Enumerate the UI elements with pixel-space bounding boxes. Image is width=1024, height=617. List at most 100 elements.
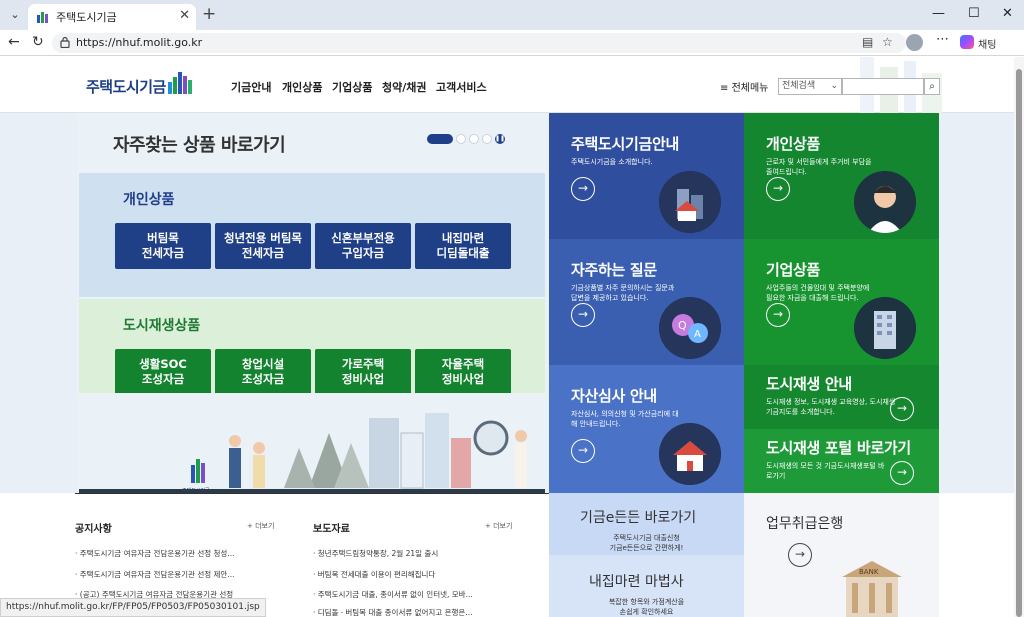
slide-dot-3[interactable] (469, 134, 479, 144)
more-options-icon[interactable]: ⋯ (936, 32, 949, 47)
search-input[interactable] (842, 78, 924, 95)
section-label: 도시재생상품 (123, 318, 201, 334)
page-scrollbar[interactable] (1014, 57, 1024, 617)
press-item[interactable]: · 디딤돌ㆍ버팀목 대출 종이서류 없어지고 은행은... (313, 607, 472, 617)
copilot-icon[interactable] (960, 35, 974, 49)
all-menu-button[interactable]: ≡ 전체메뉴 (720, 79, 768, 94)
product-button-street-housing[interactable]: 가로주택 정비사업 (315, 349, 411, 395)
lock-icon (60, 36, 70, 48)
press-item[interactable]: · 주택도시기금 대출, 종이서류 없이 인터넷, 모바... (313, 589, 473, 600)
press-item[interactable]: · 버팀목 전세대출 이용이 편리해집니다 (313, 569, 435, 580)
nav-item-corporate-products[interactable]: 기업상품 (332, 79, 372, 95)
product-button-beotimmok[interactable]: 버팀목 전세자금 (115, 223, 211, 269)
product-button-startup[interactable]: 창업시설 조성자금 (215, 349, 311, 395)
arrow-right-icon[interactable]: → (766, 177, 790, 201)
tile-personal-products[interactable]: 개인상품 근로자 및 서민들에게 주거비 부담을 줄여드립니다. → (744, 113, 939, 239)
arrow-right-icon[interactable]: → (571, 303, 595, 327)
house-icon (659, 423, 721, 485)
notice-item[interactable]: · 주택도시기금 여유자금 전담운용기관 선정 청성... (75, 548, 234, 559)
button-line: 디딤돌대출 (436, 246, 490, 260)
tile-corporate-products[interactable]: 기업상품 사업주들의 건물임대 및 주택분양에 필요한 자금을 대출해 드립니다… (744, 239, 939, 365)
notice-item[interactable]: · 주택도시기금 여유자금 전담운용기관 선정 제안... (75, 569, 234, 580)
personal-products-section: 개인상품 버팀목 전세자금 청년전용 버팀목 전세자금 신혼부부전용 구입자금 내집마… (79, 173, 545, 297)
svg-text:Q: Q (678, 319, 687, 332)
arrow-right-icon[interactable]: → (890, 461, 914, 485)
search-icon[interactable]: ⌕ (924, 78, 940, 95)
minimize-icon[interactable]: — (932, 6, 945, 21)
slide-dot-4[interactable] (482, 134, 492, 144)
chevron-down-icon: ⌄ (830, 81, 838, 91)
product-button-autonomous-housing[interactable]: 자율주택 정비사업 (415, 349, 511, 395)
notice-title: 공지사항 (75, 524, 112, 535)
nav-item-customer-service[interactable]: 고객서비스 (436, 79, 487, 95)
magic-title[interactable]: 내집마련 마법사 (589, 571, 684, 591)
back-icon[interactable]: ← (8, 34, 20, 50)
product-button-newlywed[interactable]: 신혼부부전용 구입자금 (315, 223, 411, 269)
new-tab-icon[interactable]: + (202, 4, 216, 24)
arrow-right-icon[interactable]: → (571, 439, 595, 463)
url-field[interactable]: https://nhuf.molit.go.kr ▤ ☆ (52, 33, 906, 53)
window-close-icon[interactable]: ✕ (1002, 6, 1013, 21)
tile-urban-regeneration-info[interactable]: 도시재생 안내 도시재생 정보, 도시재생 교육영상, 도시재생 기금지도를 소… (744, 365, 939, 429)
person-icon (854, 171, 916, 233)
egeum-desc-line: 주택도시기금 대출신청 (613, 534, 680, 542)
tile-urban-regeneration-portal[interactable]: 도시재생 포털 바로가기 도시재생의 모든 것 기금도시재생포털 바로가기 → (744, 429, 939, 493)
egeum-desc-line: 기금e든든으로 간편하게! (609, 544, 684, 552)
refresh-icon[interactable]: ↻ (32, 34, 44, 50)
press-item-text: 주택도시기금 대출, 종이서류 없이 인터넷, 모바... (317, 590, 473, 599)
tile-asset-review[interactable]: 자산심사 안내 자산심사, 의의신청 및 가산금리에 대해 안내드립니다. → (549, 365, 744, 493)
tile-fund-info[interactable]: 주택도시기금안내 주택도시기금을 소개합니다. → (549, 113, 744, 239)
tile-faq[interactable]: 자주하는 질문 기금상품별 자주 문의하시는 질문과 답변을 제공하고 있습니다… (549, 239, 744, 365)
site-favicon-icon (37, 12, 48, 23)
product-button-soc[interactable]: 생활SOC 조성자금 (115, 349, 211, 395)
tab-close-icon[interactable]: ✕ (179, 8, 190, 23)
tab-title: 주택도시기금 (56, 11, 117, 24)
reader-mode-icon[interactable]: ▤ (862, 35, 873, 49)
service-tiles: 주택도시기금안내 주택도시기금을 소개합니다. → 개인상품 근로자 및 서민들… (549, 113, 939, 493)
maximize-icon[interactable]: ☐ (968, 6, 980, 21)
product-button-youth-beotimmok[interactable]: 청년전용 버팀목 전세자금 (215, 223, 311, 269)
pause-icon[interactable]: ❚❚ (495, 134, 505, 144)
arrow-right-icon[interactable]: → (766, 303, 790, 327)
nav-item-fund-info[interactable]: 기금안내 (231, 79, 271, 95)
press-item-text: 디딤돌ㆍ버팀목 대출 종이서류 없어지고 은행은... (317, 608, 473, 617)
button-line: 내집마련 (441, 231, 485, 245)
tile-description: 기금상품별 자주 문의하시는 질문과 답변을 제공하고 있습니다. (571, 284, 675, 302)
magic-desc-line: 손쉽게 확인하세요 (619, 608, 674, 616)
tile-partner-banks[interactable]: 업무취급은행 → BANK (744, 493, 939, 617)
arrow-right-icon[interactable]: → (571, 177, 595, 201)
notice-more-link[interactable]: + 더보기 (247, 521, 274, 531)
site-logo-icon[interactable] (168, 72, 196, 96)
arrow-right-icon[interactable]: → (788, 543, 812, 567)
all-menu-label: 전체메뉴 (731, 83, 769, 94)
site-header: 주택도시기금 기금안내 개인상품 기업상품 청약/채권 고객서비스 ≡ 전체메뉴… (0, 57, 1014, 113)
tab-list-chevron-icon[interactable]: ⌄ (4, 5, 26, 25)
tile-title: 개인상품 (766, 135, 821, 153)
site-logo-text[interactable]: 주택도시기금 (86, 76, 166, 97)
chat-button-label[interactable]: 채팅 (978, 36, 996, 51)
press-item[interactable]: · 청년주택드림청약통장, 2월 21일 출시 (313, 548, 438, 559)
tile-egeum[interactable]: 기금e든든 바로가기 주택도시기금 대출신청 기금e든든으로 간편하게! 내집마… (549, 493, 744, 617)
button-line: 자율주택 (441, 357, 485, 371)
press-more-link[interactable]: + 더보기 (485, 521, 512, 531)
egeum-title: 기금e든든 바로가기 (580, 510, 697, 526)
arrow-right-icon[interactable]: → (890, 397, 914, 421)
slide-dot-2[interactable] (456, 134, 466, 144)
button-line: 창업시설 (241, 357, 285, 371)
button-line: 전세자금 (241, 246, 285, 260)
scrollbar-thumb[interactable] (1016, 69, 1022, 617)
product-shortcuts-panel: 자주찾는 상품 바로가기 ❚❚ 개인상품 버팀목 전세자금 청년전용 버팀목 전세자… (77, 113, 549, 494)
qa-bubble-icon: QA (659, 297, 721, 359)
product-button-didimdol[interactable]: 내집마련 디딤돌대출 (415, 223, 511, 269)
nav-item-personal-products[interactable]: 개인상품 (282, 79, 322, 95)
tile-description: 사업주들의 건물임대 및 주택분양에 필요한 자금을 대출해 드립니다. (766, 284, 870, 302)
notice-item-text: 주택도시기금 여유자금 전담운용기관 선정 청성... (79, 549, 235, 558)
search-scope-select[interactable]: 전체검색 ⌄ (778, 78, 842, 95)
svg-text:A: A (694, 329, 701, 340)
browser-tab[interactable]: 주택도시기금 ✕ (28, 4, 196, 30)
tile-title: 자주하는 질문 (571, 261, 657, 279)
favorite-star-icon[interactable]: ☆ (882, 35, 893, 49)
profile-avatar[interactable] (906, 34, 923, 51)
slide-dot-1[interactable] (427, 134, 453, 144)
nav-item-subscription-bonds[interactable]: 청약/채권 (382, 79, 427, 95)
